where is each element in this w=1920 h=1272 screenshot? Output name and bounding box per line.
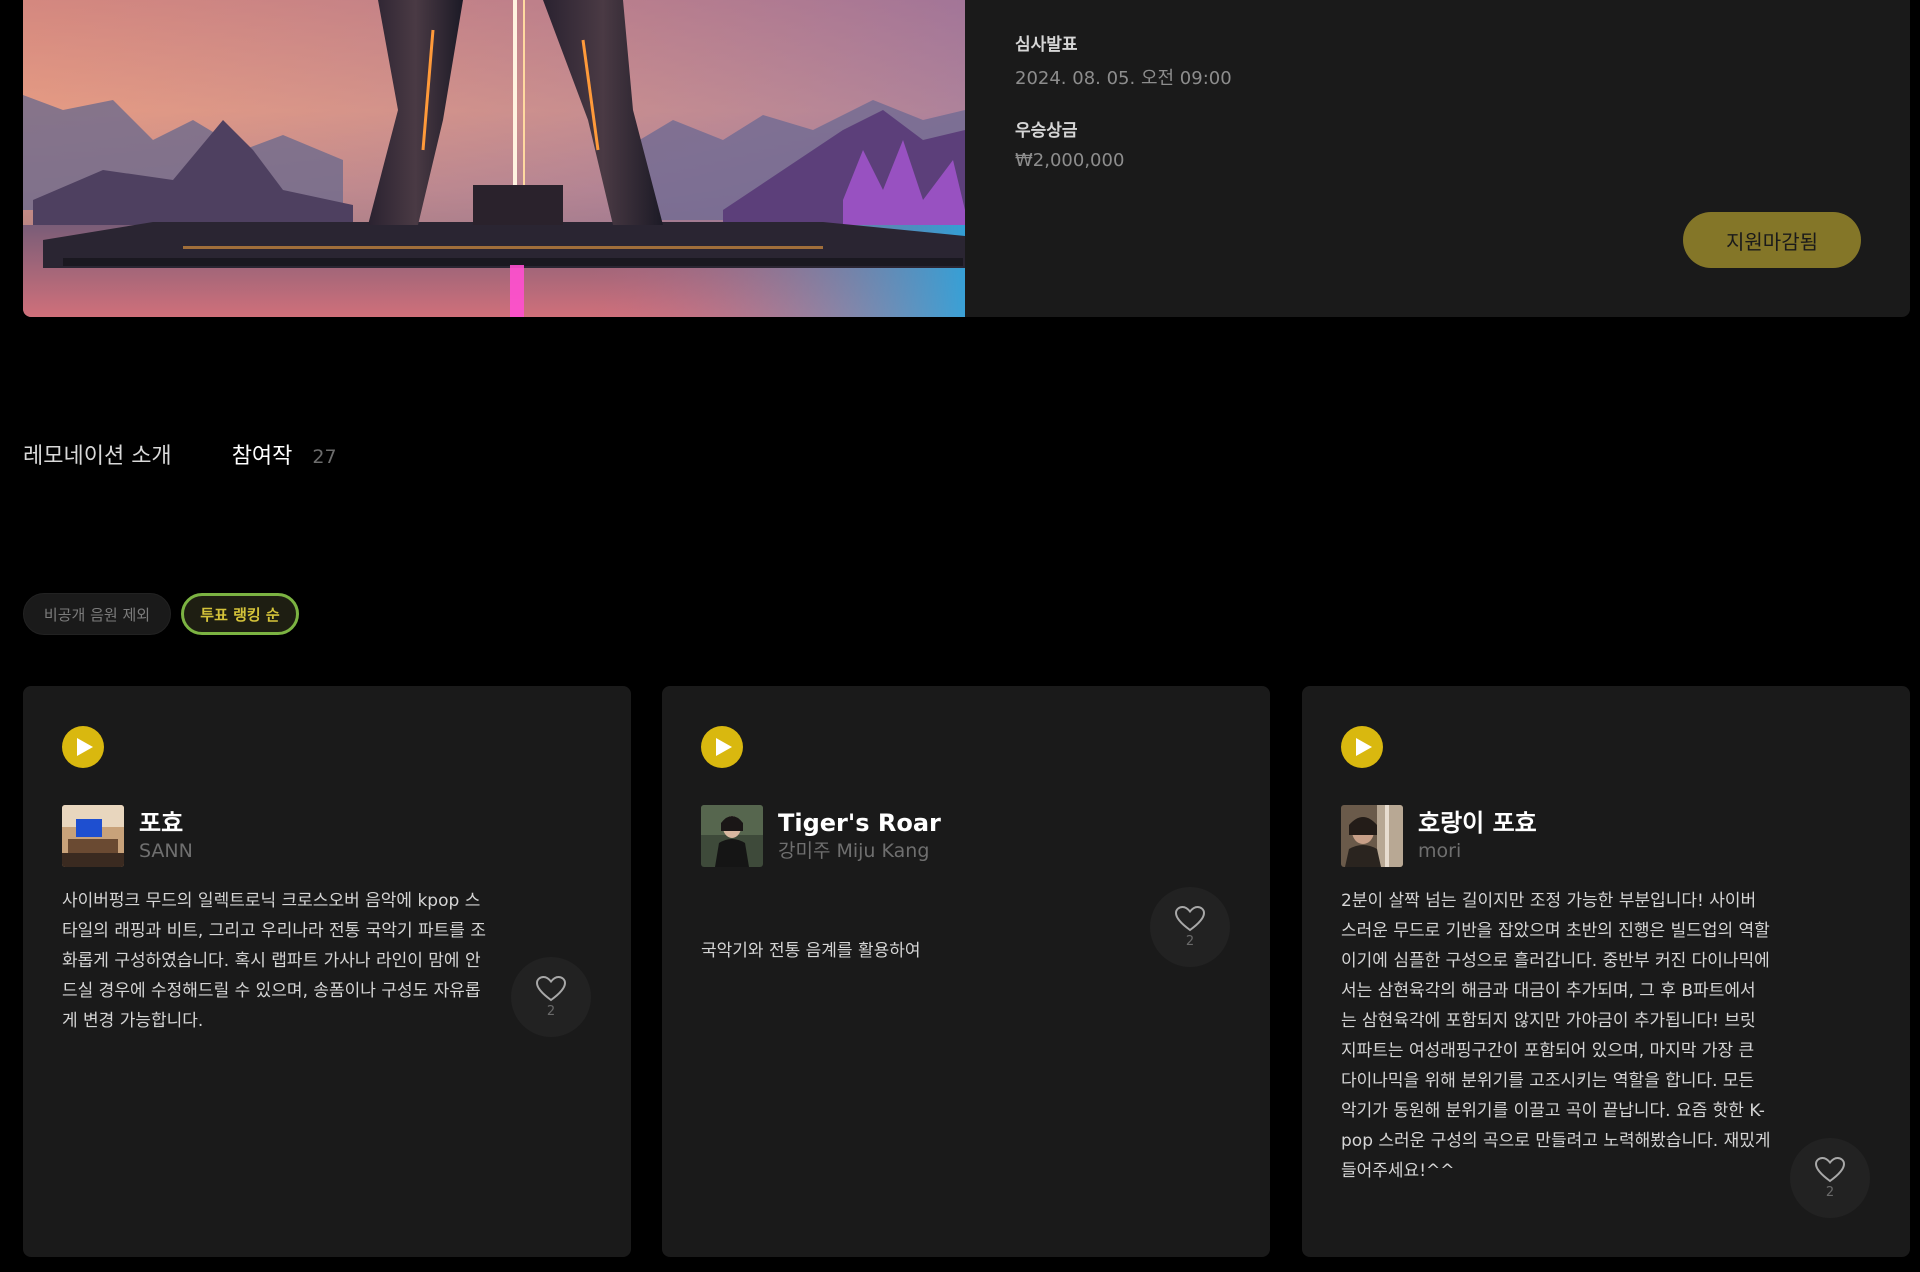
like-button[interactable]: 2 (511, 957, 591, 1037)
prize-block: 우승상금 ₩2,000,000 (1015, 116, 1232, 171)
like-count: 2 (1185, 933, 1195, 949)
track-artist[interactable]: 강미주 Miju Kang (778, 839, 941, 863)
application-closed-button[interactable]: 지원마감됨 (1683, 212, 1861, 268)
review-date-value: 2024. 08. 05. 오전 09:00 (1015, 68, 1232, 89)
avatar[interactable] (701, 805, 763, 867)
track-description: 사이버펑크 무드의 일렉트로닉 크로스오버 음악에 kpop 스타일의 래핑과 … (62, 891, 486, 1031)
play-icon[interactable] (701, 726, 743, 768)
track-meta: 포효 SANN (139, 809, 193, 863)
exclude-private-filter[interactable]: 비공개 음원 제외 (23, 593, 171, 635)
avatar[interactable] (62, 805, 124, 867)
contest-hero: 심사발표 2024. 08. 05. 오전 09:00 우승상금 ₩2,000,… (23, 0, 1910, 317)
heart-icon (1815, 1156, 1845, 1182)
submission-card: 포효 SANN 사이버펑크 무드의 일렉트로닉 크로스오버 음악에 kpop 스… (23, 686, 631, 1257)
track-title[interactable]: Tiger's Roar (778, 809, 941, 837)
track-meta: 호랑이 포효 mori (1418, 809, 1537, 863)
filter-chips: 비공개 음원 제외 투표 랭킹 순 (23, 593, 299, 635)
submission-card: Tiger's Roar 강미주 Miju Kang 국악기와 전통 음계를 활… (662, 686, 1270, 1257)
review-date-label: 심사발표 (1015, 35, 1078, 55)
avatar[interactable] (1341, 805, 1403, 867)
hero-image (23, 0, 965, 317)
page-tabs: 레모네이션 소개 참여작 27 (23, 438, 337, 470)
heart-icon (1175, 905, 1205, 931)
review-date-block: 심사발표 2024. 08. 05. 오전 09:00 (1015, 30, 1232, 90)
prize-label: 우승상금 (1015, 121, 1078, 141)
track-meta: Tiger's Roar 강미주 Miju Kang (778, 809, 941, 863)
participants-count: 27 (312, 446, 337, 468)
vote-ranking-sort[interactable]: 투표 랭킹 순 (181, 593, 299, 635)
track-title[interactable]: 포효 (139, 809, 193, 837)
like-button[interactable]: 2 (1790, 1138, 1870, 1218)
tab-participants[interactable]: 참여작 (232, 438, 293, 470)
contest-info: 심사발표 2024. 08. 05. 오전 09:00 우승상금 ₩2,000,… (1015, 30, 1232, 171)
like-button[interactable]: 2 (1150, 887, 1230, 967)
like-count: 2 (546, 1003, 556, 1019)
tab-introduction[interactable]: 레모네이션 소개 (23, 438, 172, 470)
play-icon[interactable] (1341, 726, 1383, 768)
track-header: Tiger's Roar 강미주 Miju Kang (701, 805, 941, 867)
play-icon[interactable] (62, 726, 104, 768)
prize-value: ₩2,000,000 (1015, 150, 1125, 171)
track-artist[interactable]: SANN (139, 839, 193, 863)
heart-icon (536, 975, 566, 1001)
track-artist[interactable]: mori (1418, 839, 1537, 863)
submission-card: 호랑이 포효 mori 2분이 살짝 넘는 길이지만 조정 가능한 부분입니다!… (1302, 686, 1910, 1257)
track-header: 포효 SANN (62, 805, 193, 867)
like-count: 2 (1825, 1184, 1835, 1200)
track-description: 2분이 살짝 넘는 길이지만 조정 가능한 부분입니다! 사이버스러운 무드로 … (1341, 891, 1771, 1181)
track-description: 국악기와 전통 음계를 활용하여 (701, 941, 921, 961)
track-header: 호랑이 포효 mori (1341, 805, 1537, 867)
track-title[interactable]: 호랑이 포효 (1418, 809, 1537, 837)
